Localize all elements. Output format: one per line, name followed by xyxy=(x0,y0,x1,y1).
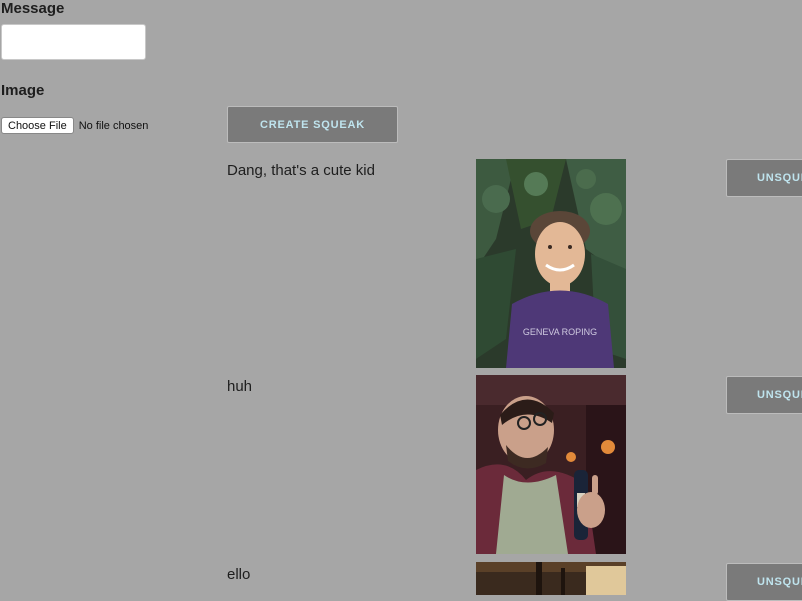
unsqueak-button[interactable]: UNSQUEAK xyxy=(726,376,802,414)
unsqueak-button[interactable]: UNSQUEAK xyxy=(726,563,802,601)
svg-text:GENEVA ROPING: GENEVA ROPING xyxy=(523,327,597,337)
choose-file-button[interactable]: Choose File xyxy=(1,117,74,134)
man-with-bottle-photo-icon xyxy=(476,375,626,554)
boy-photo-icon: GENEVA ROPING xyxy=(476,159,626,368)
file-status: No file chosen xyxy=(78,119,149,132)
squeak-message: huh xyxy=(227,378,253,395)
message-label: Message xyxy=(1,0,65,17)
message-input[interactable] xyxy=(1,24,146,60)
image-label: Image xyxy=(1,82,45,99)
squeak-message: ello xyxy=(227,566,251,583)
squeak-message: Dang, that's a cute kid xyxy=(227,162,375,179)
unsqueak-button[interactable]: UNSQUEAK xyxy=(726,159,802,197)
room-photo-icon xyxy=(476,562,626,595)
create-squeak-button[interactable]: CREATE SQUEAK xyxy=(227,106,398,143)
file-picker: Choose File No file chosen xyxy=(1,117,148,134)
